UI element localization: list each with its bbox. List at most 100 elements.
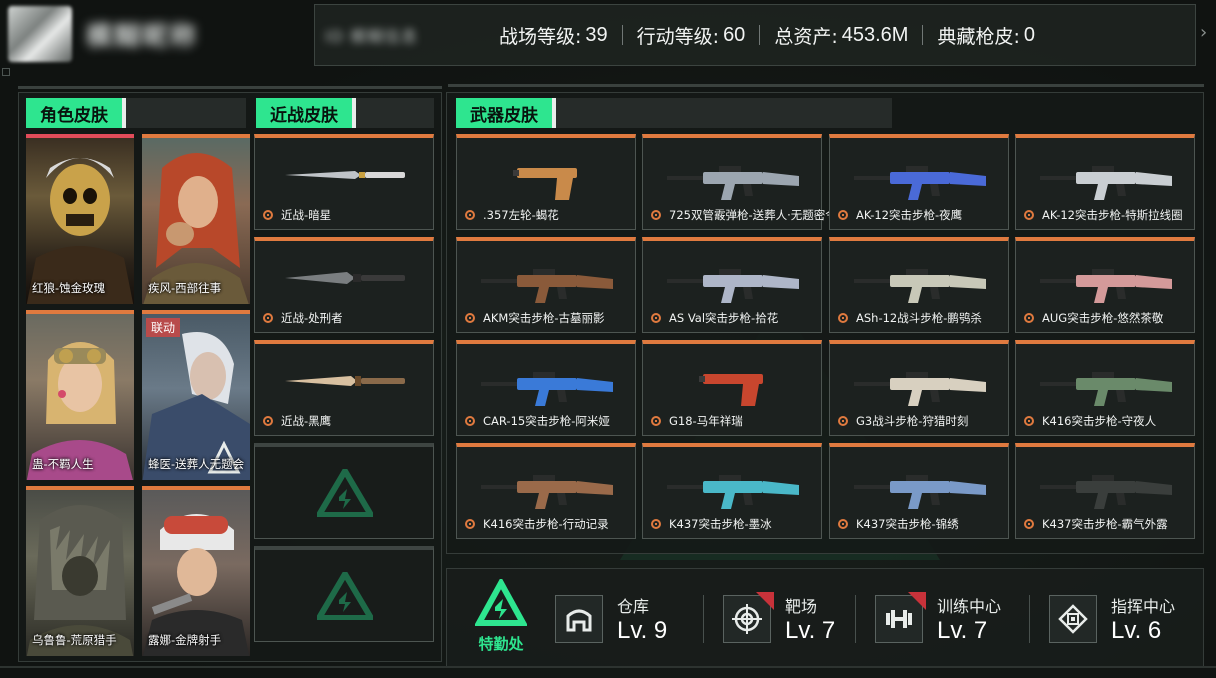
rarity-icon [838, 313, 848, 323]
item-label: AS Val突击步枪-拾花 [651, 310, 778, 326]
rarity-icon [838, 519, 848, 529]
weapon-card[interactable]: K437突击步枪-霸气外露 [1015, 443, 1195, 539]
weapon-name: K437突击步枪-墨冰 [669, 517, 772, 531]
weapon-name: 725双管霰弹枪-送葬人·无题密令 [669, 208, 837, 222]
facility-name: 靶场 [785, 597, 818, 616]
weapon-skin-header: 武器皮肤 [456, 98, 892, 128]
weapon-card[interactable]: AS Val突击步枪-拾花 [642, 237, 822, 333]
player-name: 模糊昵称 [86, 21, 199, 52]
rarity-icon [465, 210, 475, 220]
section-title: 角色皮肤 [26, 98, 126, 128]
empty-slot-logo [317, 572, 373, 620]
melee-skin-header: 近战皮肤 [256, 98, 434, 128]
stat-value: 39 [585, 23, 608, 46]
dumbbell-icon [875, 592, 926, 643]
weapon-card[interactable]: K437突击步枪-墨冰 [642, 443, 822, 539]
character-card[interactable]: 联动 蜂医-送葬人无题会 [142, 310, 250, 480]
rarity-icon [263, 210, 273, 220]
weapon-card[interactable]: 725双管霰弹枪-送葬人·无题密令 [642, 134, 837, 230]
empty-slot-logo [317, 469, 373, 517]
weapon-card[interactable]: AKM突击步枪-古墓丽影 [456, 237, 636, 333]
character-name: 红狼-蚀金玫瑰 [32, 281, 106, 295]
chevron-right-icon[interactable]: › [1200, 22, 1207, 43]
facility-command-center[interactable]: 指挥中心 Lv. 6 [1049, 589, 1175, 649]
stat-battlefield-level: 战场等级: 39 [485, 22, 622, 49]
stat-label: 总资产: [774, 25, 838, 48]
rarity-icon [465, 313, 475, 323]
player-profile[interactable]: 模糊昵称 [8, 4, 308, 64]
weapon-name: K437突击步枪-霸气外露 [1042, 517, 1168, 531]
item-label: K416突击步枪-守夜人 [1024, 413, 1156, 429]
facility-name: 训练中心 [937, 597, 1002, 616]
item-label: K437突击步枪-墨冰 [651, 516, 772, 532]
top-bar: 模糊昵称 ID 模糊信息 战场等级: 39 行动等级: 60 总资产: 453.… [0, 0, 1216, 70]
stat-value: 60 [723, 23, 746, 46]
facility-name: 仓库 [617, 597, 650, 616]
rarity-icon [465, 416, 475, 426]
facility-warehouse[interactable]: 仓库 Lv. 9 [555, 589, 667, 649]
section-title: 近战皮肤 [256, 98, 356, 128]
corner-mark [2, 68, 10, 76]
rarity-icon [838, 210, 848, 220]
character-card[interactable]: 露娜-金牌射手 [142, 486, 250, 656]
melee-art [285, 272, 405, 284]
stat-total-assets: 总资产: 453.6M [760, 22, 922, 49]
panel-topline [448, 84, 1204, 87]
facility-level: Lv. 7 [785, 617, 836, 644]
stats-bar: ID 模糊信息 战场等级: 39 行动等级: 60 总资产: 453.6M 典藏… [314, 4, 1196, 66]
stat-value: 0 [1023, 23, 1035, 46]
weapon-card[interactable]: AK-12突击步枪-夜鹰 [829, 134, 1009, 230]
character-name: 乌鲁鲁-荒原猎手 [32, 633, 117, 647]
item-label: CAR-15突击步枪-阿米娅 [465, 413, 610, 429]
facility-shooting-range[interactable]: 靶场 Lv. 7 [723, 589, 835, 649]
item-label: 725双管霰弹枪-送葬人·无题密令 [651, 207, 837, 223]
character-card[interactable]: 疾风-西部往事 [142, 134, 250, 304]
character-card[interactable]: 红狼-蚀金玫瑰 [26, 134, 134, 304]
weapon-card[interactable]: .357左轮-蝎花 [456, 134, 636, 230]
agency-button[interactable]: 特勤处 [461, 579, 541, 659]
weapon-card[interactable]: K416突击步枪-行动记录 [456, 443, 636, 539]
target-icon [723, 592, 774, 643]
stat-label: 典藏枪皮: [937, 25, 1020, 48]
weapon-card[interactable]: AK-12突击步枪-特斯拉线圈 [1015, 134, 1195, 230]
weapon-art [1040, 372, 1172, 406]
weapon-card[interactable]: ASh-12战斗步枪-鹏鸮杀 [829, 237, 1009, 333]
facility-level: Lv. 9 [617, 617, 668, 644]
character-name: 蛊-不羁人生 [32, 457, 94, 471]
weapon-card[interactable]: AUG突击步枪-悠然茶敬 [1015, 237, 1195, 333]
rarity-icon [465, 519, 475, 529]
weapon-name: G18-马年祥瑞 [669, 414, 743, 428]
rarity-icon [263, 416, 273, 426]
melee-name: 近战-黑鹰 [281, 414, 332, 428]
stat-label: 战场等级: [499, 25, 582, 48]
character-skin-header: 角色皮肤 [26, 98, 246, 128]
character-card[interactable]: 乌鲁鲁-荒原猎手 [26, 486, 134, 656]
header-fill [126, 98, 246, 128]
weapon-art [854, 269, 986, 303]
facility-training-center[interactable]: 训练中心 Lv. 7 [875, 589, 1001, 649]
weapon-card[interactable]: G3战斗步枪-狩猎时刻 [829, 340, 1009, 436]
item-label: AK-12突击步枪-特斯拉线圈 [1024, 207, 1183, 223]
weapon-card[interactable]: G18-马年祥瑞 [642, 340, 822, 436]
player-id: ID 模糊信息 [325, 27, 419, 46]
collab-badge: 联动 [146, 318, 181, 337]
rarity-icon [1024, 416, 1034, 426]
melee-card[interactable]: 近战-黑鹰 [254, 340, 434, 436]
weapon-card[interactable]: K437突击步枪-锦绣 [829, 443, 1009, 539]
item-label: G18-马年祥瑞 [651, 413, 743, 429]
melee-empty-slot [254, 546, 434, 642]
weapon-card[interactable]: K416突击步枪-守夜人 [1015, 340, 1195, 436]
weapon-name: CAR-15突击步枪-阿米娅 [483, 414, 610, 428]
weapon-art [667, 475, 799, 509]
weapon-name: AK-12突击步枪-夜鹰 [856, 208, 963, 222]
panel-topline [18, 86, 442, 89]
rarity-icon [651, 210, 661, 220]
item-label: AKM突击步枪-古墓丽影 [465, 310, 604, 326]
melee-card[interactable]: 近战-处刑者 [254, 237, 434, 333]
item-label: 近战-暗星 [263, 207, 331, 223]
stat-value: 453.6M [841, 23, 909, 46]
melee-card[interactable]: 近战-暗星 [254, 134, 434, 230]
character-card[interactable]: 蛊-不羁人生 [26, 310, 134, 480]
header-fill [556, 98, 892, 128]
weapon-card[interactable]: CAR-15突击步枪-阿米娅 [456, 340, 636, 436]
